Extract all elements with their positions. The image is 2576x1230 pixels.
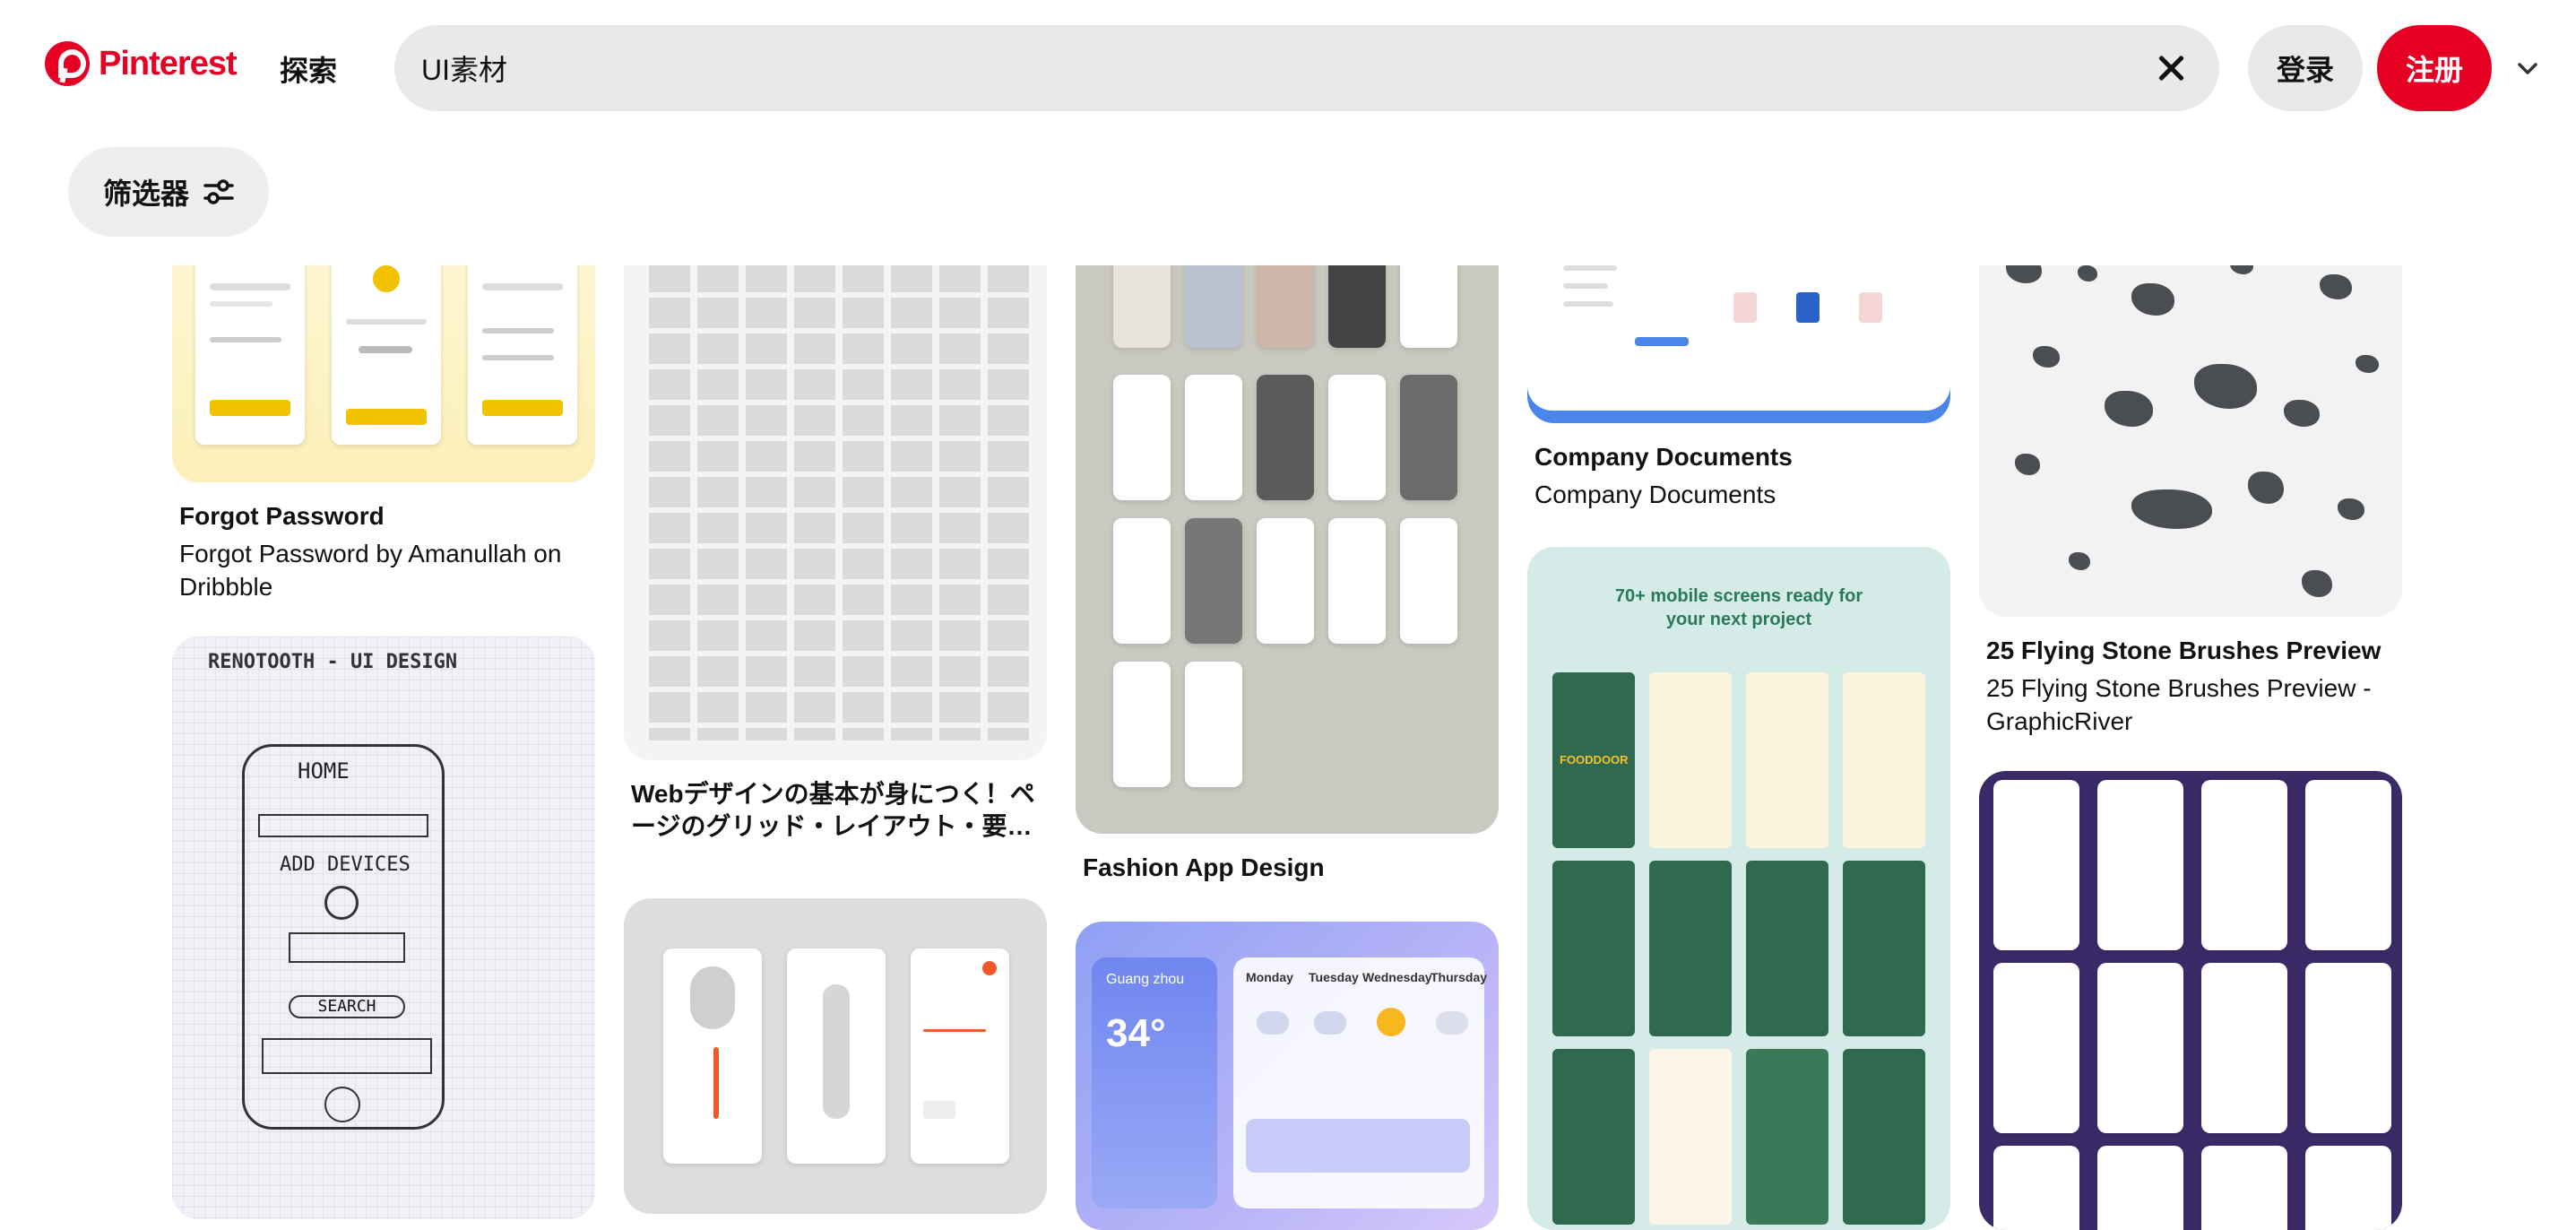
pin-weather-app[interactable]: Guang zhou 34° Monday Tuesday Wednesday …	[1076, 922, 1499, 1230]
pin-title[interactable]: Forgot Password	[179, 500, 588, 533]
pin-body-tracker[interactable]	[624, 898, 1047, 1214]
pin-image[interactable]: 70+ mobile screens ready for your next p…	[1527, 547, 1950, 1230]
food-headline: 70+ mobile screens ready for your next p…	[1614, 586, 1863, 629]
weather-city: Guang zhou	[1106, 972, 1185, 987]
pin-ui-sketch[interactable]: RENOTOOTH - UI DESIGN HOME ADD DEVICES S…	[172, 637, 595, 1219]
pin-fashion-app[interactable]: Fashion App Design	[1076, 265, 1499, 884]
pin-subtitle: Company Documents	[1534, 481, 1776, 509]
pin-image[interactable]	[624, 898, 1047, 1214]
pin-image[interactable]	[1527, 265, 1950, 423]
pin-title[interactable]: 25 Flying Stone Brushes Preview	[1986, 635, 2395, 667]
close-icon[interactable]	[2149, 47, 2192, 90]
pin-title[interactable]: Webデザインの基本が身につく！ページのグリッド・レイアウト・要…	[631, 778, 1040, 844]
pin-subtitle: Forgot Password by Amanullah on Dribbble	[179, 540, 562, 601]
chevron-down-icon[interactable]	[2515, 56, 2540, 81]
weather-day: Tuesday	[1309, 970, 1359, 984]
filter-button[interactable]: 筛选器	[68, 147, 269, 237]
pin-purple-app-screens[interactable]	[1979, 771, 2402, 1230]
pin-image[interactable]	[1979, 771, 2402, 1230]
login-button[interactable]: 登录	[2248, 25, 2363, 111]
pin-grid: Forgot Password Forgot Password by Amanu…	[0, 265, 2576, 1230]
pin-title[interactable]: Company Documents	[1534, 441, 1943, 473]
pin-image[interactable]: RENOTOOTH - UI DESIGN HOME ADD DEVICES S…	[172, 637, 595, 1219]
pin-company-documents[interactable]: Company Documents Company Documents	[1527, 265, 1950, 512]
filter-label: 筛选器	[102, 178, 189, 210]
sketch-home: HOME	[298, 758, 350, 784]
pin-image[interactable]	[1076, 265, 1499, 834]
pinterest-logo-icon	[45, 41, 90, 86]
pin-image[interactable]: Guang zhou 34° Monday Tuesday Wednesday …	[1076, 922, 1499, 1230]
weather-day: Wednesday	[1362, 970, 1432, 984]
pinterest-logo[interactable]: Pinterest	[45, 41, 238, 86]
search-input[interactable]	[421, 25, 2124, 111]
sketch-search: SEARCH	[289, 995, 405, 1018]
sketch-heading: RENOTOOTH - UI DESIGN	[208, 651, 458, 673]
food-brand: FOODDOOR	[1560, 753, 1629, 767]
pin-image[interactable]	[624, 265, 1047, 760]
search-bar[interactable]	[394, 25, 2219, 111]
pin-forgot-password[interactable]: Forgot Password Forgot Password by Amanu…	[172, 265, 595, 603]
pin-image[interactable]	[172, 265, 595, 482]
weather-temp: 34°	[1106, 1011, 1166, 1055]
top-header: Pinterest 探索 登录 注册	[0, 0, 2576, 134]
pin-image[interactable]	[1979, 265, 2402, 617]
pin-title[interactable]: Fashion App Design	[1083, 852, 1491, 884]
filter-sliders-icon	[203, 179, 234, 204]
pin-food-app[interactable]: 70+ mobile screens ready for your next p…	[1527, 547, 1950, 1230]
brand-name: Pinterest	[99, 44, 238, 82]
signup-button[interactable]: 注册	[2377, 25, 2492, 111]
sketch-add-devices: ADD DEVICES	[280, 853, 411, 876]
pin-web-grid-layout[interactable]: Webデザインの基本が身につく！ページのグリッド・レイアウト・要…	[624, 265, 1047, 844]
pin-subtitle: 25 Flying Stone Brushes Preview - Graphi…	[1986, 674, 2372, 735]
explore-link[interactable]: 探索	[280, 48, 337, 90]
weather-day: Monday	[1246, 970, 1293, 984]
pin-flying-stones[interactable]: 25 Flying Stone Brushes Preview 25 Flyin…	[1979, 265, 2402, 738]
weather-day: Thursday	[1431, 970, 1488, 984]
